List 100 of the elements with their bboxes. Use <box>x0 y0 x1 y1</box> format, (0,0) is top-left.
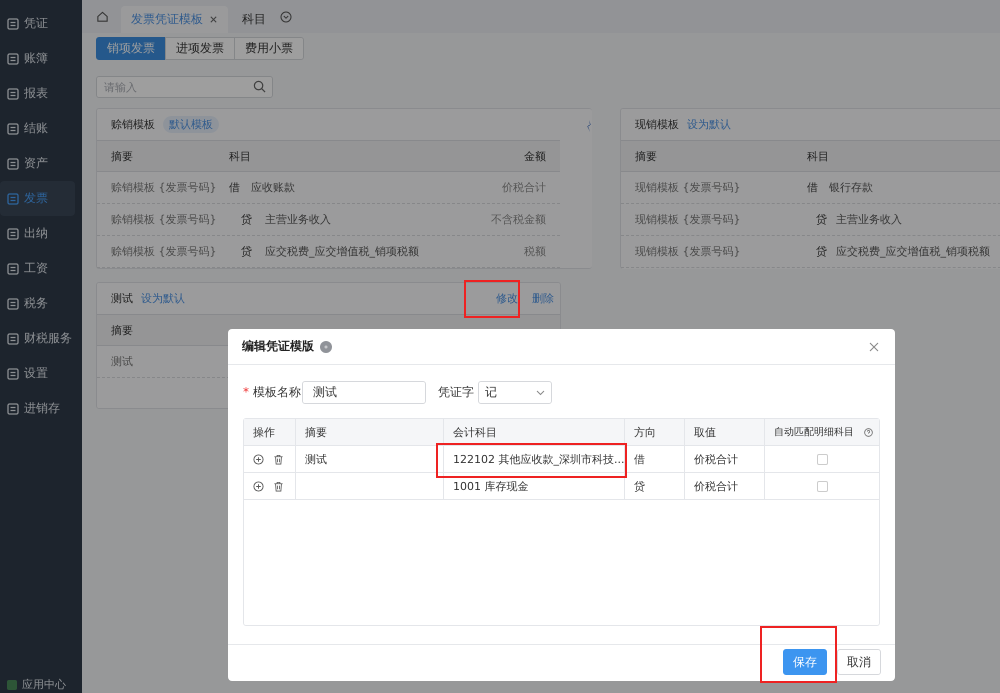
table-cell-text: 赊销模板 {发票号码} <box>111 244 218 259</box>
table-cell: 应交税费_应交增值税_销项税额 <box>265 244 419 259</box>
delete-icon[interactable] <box>273 480 284 492</box>
set-default-link[interactable]: 设为默认 <box>141 291 185 306</box>
table-cell-text: 现销模板 {发票号码} <box>635 212 742 227</box>
app-center-icon <box>6 678 18 690</box>
menu-item-icon <box>7 18 19 30</box>
table-cell: 1001 库存现金 <box>453 478 528 494</box>
action-link[interactable]: 删除 <box>532 291 554 306</box>
page-tab[interactable]: 科目 <box>232 6 276 33</box>
table-cell-text: 测试 <box>111 354 134 369</box>
chevron-down-icon <box>536 390 545 396</box>
column-header: 科目 <box>229 148 251 164</box>
column-header: 会计科目 <box>444 419 625 445</box>
home-icon[interactable] <box>96 10 109 23</box>
checkbox[interactable] <box>816 480 828 492</box>
menu-item-icon <box>7 192 19 204</box>
table-cell-text: 现销模板 {发票号码} <box>635 244 742 259</box>
table-cell-text: 贷 <box>240 244 253 259</box>
close-icon[interactable] <box>869 342 879 352</box>
cancel-button[interactable]: 取消 <box>837 649 881 675</box>
menu-item-icon <box>7 262 19 274</box>
table-cell-text: 借 <box>229 180 241 195</box>
table-cell: 税额 <box>524 244 546 259</box>
default-tag: 默认模板 <box>163 116 219 133</box>
template-name: 现销模板 <box>635 117 679 132</box>
template-name: 赊销模板 <box>111 117 155 132</box>
menu-item-icon <box>7 368 19 380</box>
menu-item-icon <box>7 122 19 134</box>
column-header: 摘要 <box>296 419 444 445</box>
sidebar-item[interactable]: 凭证 <box>0 6 75 41</box>
help-icon[interactable] <box>864 428 873 436</box>
column-header: 方向 <box>625 419 685 445</box>
sidebar-item[interactable]: 设置 <box>0 356 75 391</box>
save-button[interactable]: 保存 <box>783 649 827 675</box>
table-cell-text: 贷 <box>815 212 828 227</box>
table-cell: 主营业务收入 <box>265 212 331 227</box>
add-icon[interactable] <box>253 454 264 464</box>
menu-item-icon <box>7 52 19 64</box>
column-header: 取值 <box>685 419 765 445</box>
sidebar-item[interactable]: 出纳 <box>0 216 75 251</box>
menu-item-icon <box>7 298 19 310</box>
table-cell: 不含税金额 <box>491 212 546 227</box>
table-cell: 应收账款 <box>251 180 295 195</box>
table-cell: 价税合计 <box>502 180 546 195</box>
column-header: 科目 <box>807 148 829 164</box>
sidebar-item[interactable]: 财税服务 <box>0 321 75 356</box>
invoice-tab[interactable]: 进项发票 <box>165 37 235 60</box>
sidebar-item[interactable]: 进销存 <box>0 391 75 426</box>
highlight-frame <box>464 280 520 318</box>
table-cell-text: 赊销模板 {发票号码} <box>111 180 218 195</box>
column-header: 金额 <box>524 148 546 164</box>
template-name: 测试 <box>111 291 133 306</box>
set-default-link[interactable]: 设为默认 <box>687 117 731 132</box>
menu-item-icon <box>7 158 19 170</box>
page-tab[interactable]: 发票凭证模板 <box>121 6 228 33</box>
menu-item-icon <box>7 88 19 100</box>
dialog-title: 编辑凭证模版 <box>242 338 314 355</box>
sidebar-item[interactable]: 账簿 <box>0 41 75 76</box>
search-icon[interactable] <box>253 80 266 93</box>
voucher-word-select[interactable]: 记 <box>478 381 552 404</box>
table-cell-text: 现销模板 {发票号码} <box>635 180 742 195</box>
table-cell: 测试 <box>305 452 327 466</box>
column-header: 摘要 <box>111 322 134 338</box>
delete-icon[interactable] <box>273 454 284 464</box>
menu-item-icon <box>7 402 19 414</box>
table-cell: 主营业务收入 <box>836 212 902 227</box>
checkbox[interactable] <box>816 454 828 464</box>
table-cell-text: 贷 <box>815 244 828 259</box>
menu-item-icon <box>7 332 19 344</box>
invoice-tab[interactable]: 费用小票 <box>234 37 304 60</box>
table-cell: 贷 <box>634 478 645 494</box>
sidebar-item[interactable]: 应用中心 <box>6 677 66 692</box>
table-cell: 应交税费_应交增值税_销项税额 <box>836 244 990 259</box>
table-cell: 价税合计 <box>694 478 738 494</box>
action-link[interactable]: 修改 <box>496 291 518 306</box>
menu-item-icon <box>7 228 19 240</box>
sidebar-item[interactable]: 报表 <box>0 76 75 111</box>
table-cell-text: 借 <box>807 180 819 195</box>
template-name-field[interactable]: 测试 <box>302 381 426 404</box>
table-cell: 价税合计 <box>694 452 738 466</box>
add-icon[interactable] <box>253 480 264 492</box>
table-cell: 银行存款 <box>829 180 873 195</box>
column-header: 操作 <box>244 419 296 445</box>
table-cell-text: 赊销模板 {发票号码} <box>111 212 218 227</box>
field-label: * 模板名称 <box>243 384 302 401</box>
sidebar-item[interactable]: 税务 <box>0 286 75 321</box>
field-label: 凭证字 <box>438 384 475 401</box>
sidebar-item[interactable]: 资产 <box>0 146 75 181</box>
sidebar-item[interactable]: 工资 <box>0 251 75 286</box>
column-header: 摘要 <box>635 148 658 164</box>
help-icon[interactable] <box>320 340 332 352</box>
marker-icon <box>586 120 592 132</box>
table-cell: 借 <box>634 452 645 466</box>
sidebar-item[interactable]: 结账 <box>0 111 75 146</box>
dropdown-icon[interactable] <box>280 10 292 22</box>
table-cell-text: 贷 <box>240 212 253 227</box>
close-icon[interactable] <box>209 15 218 24</box>
invoice-tab[interactable]: 销项发票 <box>96 37 166 60</box>
column-header: 自动匹配明细科目 <box>765 419 879 445</box>
